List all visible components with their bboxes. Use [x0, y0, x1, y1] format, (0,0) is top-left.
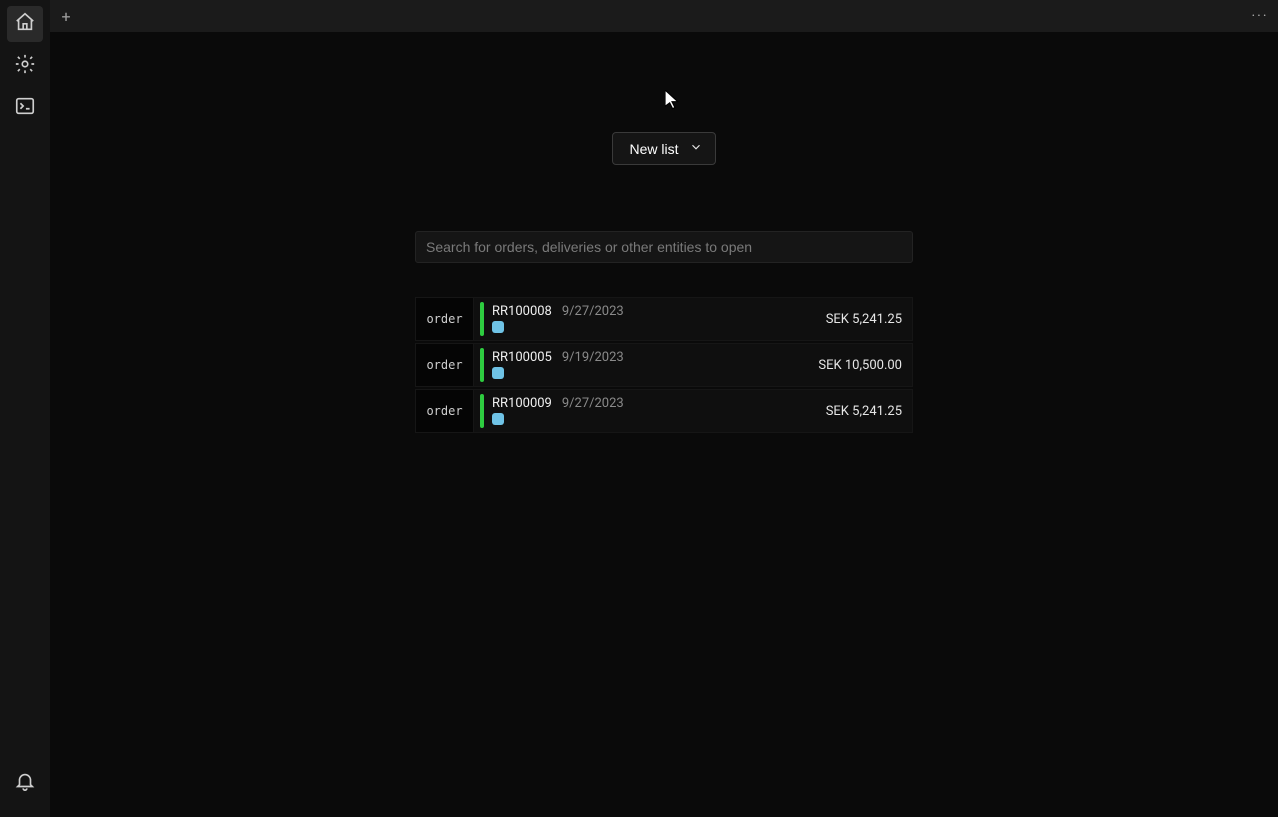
left-rail	[0, 0, 50, 817]
new-list-button[interactable]: New list	[612, 132, 715, 165]
row-tags-line	[492, 321, 826, 333]
rail-top-group	[7, 6, 43, 126]
main-area: + ··· New list order RR100008	[50, 0, 1278, 817]
nav-settings[interactable]	[7, 48, 43, 84]
chevron-down-icon	[689, 140, 703, 157]
mouse-cursor	[665, 90, 679, 110]
nav-home[interactable]	[7, 6, 43, 42]
tag-chip	[492, 367, 504, 379]
result-row[interactable]: order RR100009 9/27/2023 SEK 5,241.25	[415, 389, 913, 433]
order-date: 9/19/2023	[562, 351, 624, 364]
row-header-line: RR100005 9/19/2023	[492, 351, 818, 364]
tab-add-button[interactable]: +	[50, 0, 82, 32]
result-row[interactable]: order RR100005 9/19/2023 SEK 10,500.00	[415, 343, 913, 387]
row-type-label: order	[416, 298, 474, 340]
content-region: New list order RR100008 9/27/2023	[50, 32, 1278, 817]
order-id: RR100005	[492, 351, 552, 364]
tab-strip: + ···	[50, 0, 1278, 32]
tab-more-button[interactable]: ···	[1242, 0, 1278, 32]
row-type-label: order	[416, 390, 474, 432]
home-icon	[14, 11, 36, 37]
order-date: 9/27/2023	[562, 305, 624, 318]
row-header-line: RR100009 9/27/2023	[492, 397, 826, 410]
tag-chip	[492, 413, 504, 425]
order-date: 9/27/2023	[562, 397, 624, 410]
row-header-line: RR100008 9/27/2023	[492, 305, 826, 318]
more-icon: ···	[1252, 8, 1269, 24]
row-type-label: order	[416, 344, 474, 386]
order-amount: SEK 5,241.25	[826, 298, 912, 340]
terminal-icon	[14, 95, 36, 121]
row-main: RR100005 9/19/2023	[484, 344, 818, 386]
row-tags-line	[492, 367, 818, 379]
new-list-label: New list	[629, 141, 678, 157]
bell-icon	[14, 770, 36, 796]
rail-bottom-group	[7, 765, 43, 807]
gear-icon	[14, 53, 36, 79]
row-tags-line	[492, 413, 826, 425]
order-id: RR100009	[492, 397, 552, 410]
nav-notifications[interactable]	[7, 765, 43, 801]
order-id: RR100008	[492, 305, 552, 318]
row-main: RR100008 9/27/2023	[484, 298, 826, 340]
nav-terminal[interactable]	[7, 90, 43, 126]
order-amount: SEK 5,241.25	[826, 390, 912, 432]
result-row[interactable]: order RR100008 9/27/2023 SEK 5,241.25	[415, 297, 913, 341]
order-amount: SEK 10,500.00	[818, 344, 912, 386]
tag-chip	[492, 321, 504, 333]
row-main: RR100009 9/27/2023	[484, 390, 826, 432]
result-list: order RR100008 9/27/2023 SEK 5,241.25 or…	[415, 297, 913, 433]
plus-icon: +	[61, 7, 70, 26]
search-input[interactable]	[415, 231, 913, 263]
search-container	[415, 231, 913, 263]
